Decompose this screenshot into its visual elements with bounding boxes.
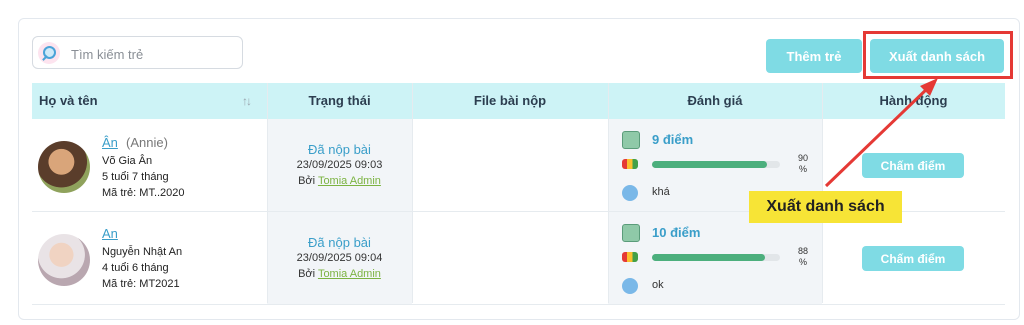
annotation-callout: Xuất danh sách: [749, 191, 902, 223]
sort-icon[interactable]: ↑↓: [242, 94, 252, 108]
grade-button[interactable]: Chấm điểm: [862, 153, 964, 178]
score-icon: [622, 131, 640, 149]
submitted-time: 23/09/2025 09:04: [296, 252, 383, 264]
table-row: An Nguyễn Nhật An 4 tuổi 6 tháng Mã trẻ:…: [32, 212, 1005, 305]
progress-icon: [622, 159, 638, 169]
avatar: [38, 141, 90, 193]
submitter-link[interactable]: Tomia Admin: [318, 268, 381, 280]
child-code: Mã trẻ: MT2021: [102, 278, 180, 290]
child-code: Mã trẻ: MT..2020: [102, 187, 185, 199]
comment-icon: [622, 278, 638, 294]
child-alias: (Annie): [126, 135, 168, 150]
search-icon: [38, 42, 60, 64]
score-value: 9 điểm: [652, 132, 694, 147]
progress-bar: [652, 161, 780, 168]
search-input[interactable]: [69, 43, 238, 65]
column-header-evaluation: Đánh giá: [687, 93, 743, 108]
progress-fill: [652, 254, 765, 261]
avatar: [38, 234, 90, 286]
child-age: 5 tuổi 7 tháng: [102, 171, 169, 183]
child-full-name: Nguyễn Nhật An: [102, 246, 183, 258]
column-header-file: File bài nộp: [473, 93, 547, 108]
submitted-time: 23/09/2025 09:03: [296, 159, 383, 171]
status-label: Đã nộp bài: [308, 142, 371, 157]
grade-button[interactable]: Chấm điểm: [862, 246, 964, 271]
progress-percent: 90%: [797, 153, 808, 174]
child-age: 4 tuổi 6 tháng: [102, 262, 169, 274]
progress-bar: [652, 254, 780, 261]
comment-text: khá: [652, 186, 670, 198]
progress-icon: [622, 252, 638, 262]
add-child-button[interactable]: Thêm trẻ: [766, 39, 862, 73]
column-header-status: Trạng thái: [308, 93, 371, 108]
submitted-by: Bởi Tomia Admin: [298, 175, 381, 187]
comment-icon: [622, 185, 638, 201]
table-header: Họ và tên ↑↓ Trạng thái File bài nộp Đán…: [32, 83, 1005, 119]
child-full-name: Võ Gia Ân: [102, 155, 153, 167]
score-value: 10 điểm: [652, 225, 701, 240]
score-icon: [622, 224, 640, 242]
progress-fill: [652, 161, 768, 168]
submitter-link[interactable]: Tomia Admin: [318, 175, 381, 187]
child-nickname-link[interactable]: Ân: [102, 135, 118, 150]
submitted-by: Bởi Tomia Admin: [298, 268, 381, 280]
search-box[interactable]: [32, 36, 243, 69]
child-nickname-link[interactable]: An: [102, 226, 118, 241]
comment-text: ok: [652, 279, 664, 291]
status-label: Đã nộp bài: [308, 235, 371, 250]
progress-percent: 88%: [797, 246, 808, 267]
column-header-name[interactable]: Họ và tên: [39, 83, 98, 119]
column-header-action: Hành động: [879, 93, 948, 108]
export-highlight-box: [863, 31, 1013, 79]
